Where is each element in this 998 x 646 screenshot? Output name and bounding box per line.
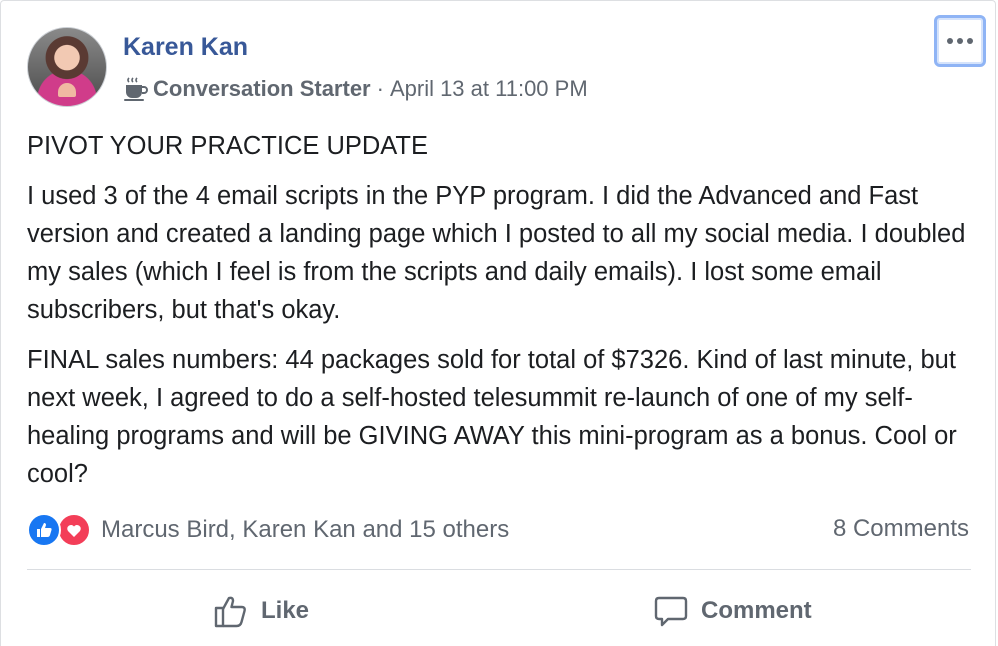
comment-button[interactable]: Comment — [653, 585, 812, 637]
comments-count[interactable]: 8 Comments — [833, 515, 969, 543]
post-paragraph: I used 3 of the 4 email scripts in the P… — [27, 182, 966, 324]
comment-label: Comment — [701, 597, 812, 624]
thumbs-up-outline-icon — [214, 596, 246, 628]
meta-separator: · — [376, 76, 384, 101]
avatar-heart-hands — [58, 83, 76, 97]
post-card: Karen Kan Conversation Starter · April 1… — [0, 0, 996, 646]
love-icon — [57, 513, 91, 547]
like-icon — [27, 513, 61, 547]
post-meta: Conversation Starter · April 13 at 11:00… — [123, 75, 588, 103]
post-timestamp[interactable]: April 13 at 11:00 PM — [390, 76, 588, 102]
post-headline: PIVOT YOUR PRACTICE UPDATE — [27, 132, 428, 160]
more-options-icon — [947, 38, 973, 44]
reactors-text[interactable]: Marcus Bird, Karen Kan and 15 others — [101, 516, 509, 544]
action-divider — [27, 569, 971, 570]
coffee-cup-icon — [124, 77, 148, 101]
member-badge[interactable]: Conversation Starter — [153, 76, 371, 102]
post-paragraph: FINAL sales numbers: 44 packages sold fo… — [27, 346, 957, 488]
speech-bubble-icon — [654, 596, 688, 627]
reactions-summary[interactable]: Marcus Bird, Karen Kan and 15 others — [27, 511, 509, 549]
author-name[interactable]: Karen Kan — [123, 33, 248, 62]
post-body: PIVOT YOUR PRACTICE UPDATE I used 3 of t… — [27, 127, 977, 505]
author-avatar[interactable] — [27, 27, 107, 107]
like-button[interactable]: Like — [213, 585, 309, 637]
more-options-button[interactable] — [934, 15, 986, 67]
like-label: Like — [261, 597, 310, 624]
